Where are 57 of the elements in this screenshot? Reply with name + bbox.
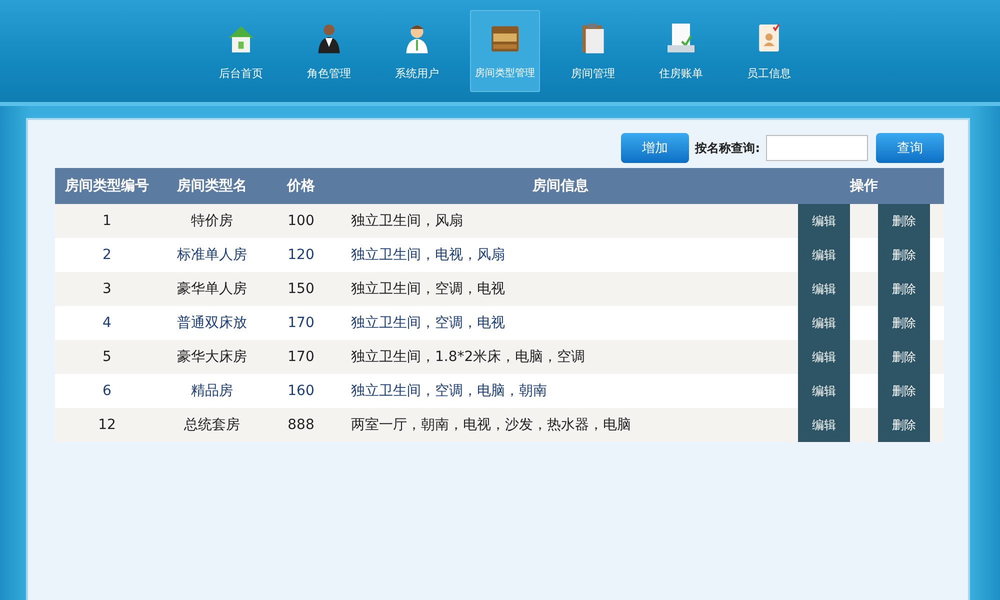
delete-button[interactable]: 删除 — [878, 306, 930, 340]
table-cell: 3 — [55, 272, 159, 306]
edit-button[interactable]: 编辑 — [798, 374, 850, 408]
table-cell: 普通双床放 — [159, 306, 265, 340]
search-field[interactable] — [766, 135, 868, 161]
table-cell: 独立卫生间，空调，电视 — [337, 306, 784, 340]
table-cell: 4 — [55, 306, 159, 340]
edit-button[interactable]: 编辑 — [798, 204, 850, 238]
nav-item[interactable]: 系统用户 — [377, 10, 457, 92]
table-cell: 12 — [55, 408, 159, 442]
delete-button[interactable]: 删除 — [878, 408, 930, 442]
edit-button[interactable]: 编辑 — [798, 340, 850, 374]
column-header: 房间类型名 — [159, 168, 265, 204]
nav-item[interactable]: 住房账单 — [641, 10, 721, 92]
delete-button[interactable]: 删除 — [878, 340, 930, 374]
table-cell: 170 — [265, 340, 337, 374]
table-cell: 特价房 — [159, 204, 265, 238]
table-cell: 100 — [265, 204, 337, 238]
column-header: 价格 — [265, 168, 337, 204]
table-cell: 170 — [265, 306, 337, 340]
table-cell: 5 — [55, 340, 159, 374]
table-cell: 豪华单人房 — [159, 272, 265, 306]
table-cell: 豪华大床房 — [159, 340, 265, 374]
delete-button[interactable]: 删除 — [878, 238, 930, 272]
edit-button[interactable]: 编辑 — [798, 408, 850, 442]
table-cell: 120 — [265, 238, 337, 272]
table-cell: 精品房 — [159, 374, 265, 408]
table-cell: 独立卫生间，风扇 — [337, 204, 784, 238]
table-cell: 888 — [265, 408, 337, 442]
table-cell: 6 — [55, 374, 159, 408]
edit-button[interactable]: 编辑 — [798, 306, 850, 340]
table-cell: 标准单人房 — [159, 238, 265, 272]
table-cell: 独立卫生间，空调，电脑，朝南 — [337, 374, 784, 408]
table-cell: 160 — [265, 374, 337, 408]
nav-item[interactable]: 角色管理 — [289, 10, 369, 92]
table-cell: 1 — [55, 204, 159, 238]
table-cell: 独立卫生间，1.8*2米床，电脑，空调 — [337, 340, 784, 374]
table-cell: 150 — [265, 272, 337, 306]
table-cell: 独立卫生间，电视，风扇 — [337, 238, 784, 272]
column-header: 房间类型编号 — [55, 168, 159, 204]
column-header: 操作 — [784, 168, 944, 204]
delete-button[interactable]: 删除 — [878, 272, 930, 306]
table-cell: 2 — [55, 238, 159, 272]
table-cell: 独立卫生间，空调，电视 — [337, 272, 784, 306]
table-cell: 总统套房 — [159, 408, 265, 442]
table-cell: 两室一厅，朝南，电视，沙发，热水器，电脑 — [337, 408, 784, 442]
nav-item[interactable]: 后台首页 — [201, 10, 281, 92]
nav-item[interactable]: 房间管理 — [553, 10, 633, 92]
search-button[interactable]: 查询 — [876, 133, 944, 163]
column-header: 房间信息 — [337, 168, 784, 204]
edit-button[interactable]: 编辑 — [798, 238, 850, 272]
delete-button[interactable]: 删除 — [878, 374, 930, 408]
add-button[interactable]: 增加 — [621, 133, 690, 163]
search-label: 按名称查询: — [695, 140, 760, 156]
edit-button[interactable]: 编辑 — [798, 272, 850, 306]
delete-button[interactable]: 删除 — [878, 204, 930, 238]
nav-item[interactable]: 员工信息 — [729, 10, 809, 92]
